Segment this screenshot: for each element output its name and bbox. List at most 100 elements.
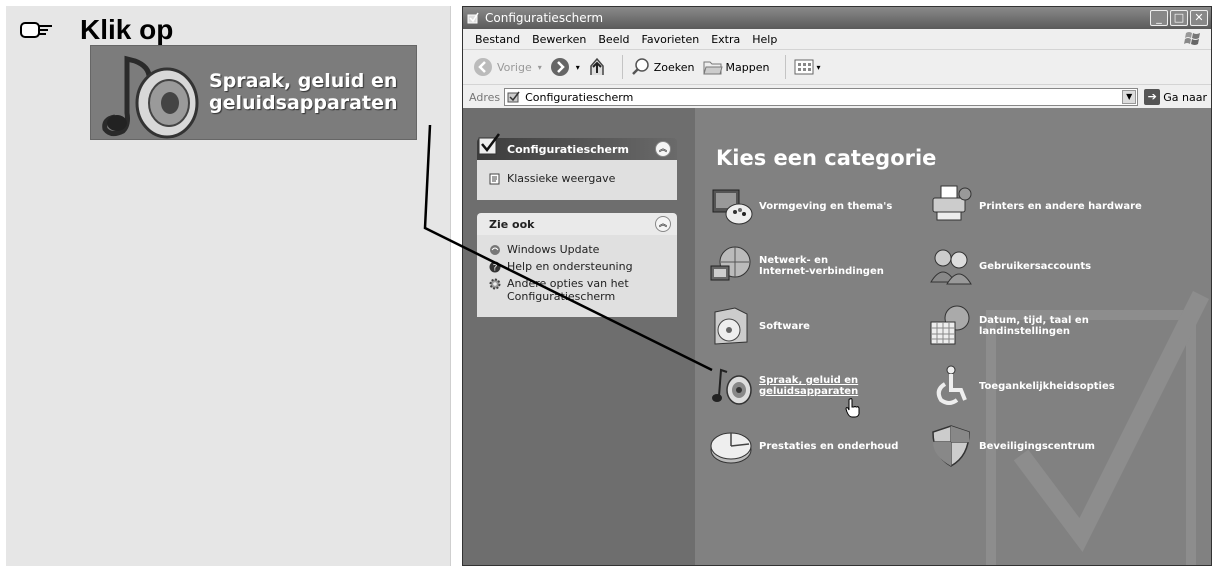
category-accessibility[interactable]: Toegankelijkheidsopties	[929, 364, 1115, 408]
help-support-link[interactable]: ? Help en ondersteuning	[489, 260, 677, 273]
panel-body-see-also: Windows Update ? Help en ondersteuning A…	[477, 235, 677, 317]
shield-icon	[932, 425, 970, 467]
category-performance[interactable]: Prestaties en onderhoud	[709, 424, 898, 468]
classic-view-icon	[489, 173, 500, 185]
address-label: Adres	[469, 90, 501, 104]
category-label: Spraak, geluid en geluidsapparaten	[759, 375, 859, 397]
views-icon	[794, 59, 814, 75]
forward-dropdown-icon[interactable]: ▾	[576, 63, 580, 72]
views-button[interactable]: ▾	[794, 58, 820, 76]
back-label: Vorige	[497, 60, 532, 74]
windows-update-link[interactable]: Windows Update	[489, 243, 677, 256]
toolbar: Vorige ▾ ▾ Zoeken Mappen ▾	[463, 50, 1211, 85]
menu-help[interactable]: Help	[752, 33, 777, 46]
category-label: Gebruikersaccounts	[979, 260, 1092, 272]
collapse-chevron-icon[interactable]: ︽	[655, 216, 671, 232]
category-label: Software	[759, 320, 810, 332]
category-network[interactable]: Netwerk- en Internet-verbindingen	[709, 244, 884, 288]
search-icon	[631, 58, 649, 75]
address-dropdown-button[interactable]: ▼	[1122, 90, 1137, 104]
menu-favorieten[interactable]: Favorieten	[642, 33, 700, 46]
window-title: Configuratiescherm	[485, 11, 604, 25]
category-label: Beveiligingscentrum	[979, 440, 1095, 452]
content-area: Configuratiescherm ︽ Klassieke weergave …	[463, 108, 1211, 565]
address-input[interactable]: Configuratiescherm ▼	[504, 88, 1139, 106]
performance-icon	[710, 432, 752, 464]
category-security[interactable]: Beveiligingscentrum	[929, 424, 1095, 468]
windows-update-label: Windows Update	[507, 243, 600, 256]
menu-beeld[interactable]: Beeld	[598, 33, 629, 46]
control-panel-icon	[507, 91, 520, 103]
close-button[interactable]: ✕	[1190, 10, 1208, 26]
menu-extra[interactable]: Extra	[711, 33, 740, 46]
windows-logo-icon	[1184, 32, 1200, 45]
category-label: Printers en andere hardware	[979, 200, 1142, 212]
panel-body-control-panel: Klassieke weergave	[477, 160, 677, 200]
views-dropdown-icon[interactable]: ▾	[816, 63, 820, 72]
page-title: Kies een categorie	[716, 146, 937, 170]
back-button[interactable]: Vorige ▾	[473, 57, 542, 77]
control-panel-window: Configuratiescherm _ □ ✕ Bestand Bewerke…	[462, 6, 1212, 566]
category-label: Datum, tijd, taal en landinstellingen	[979, 315, 1089, 337]
control-panel-icon	[478, 133, 500, 155]
svg-text:?: ?	[493, 264, 498, 274]
up-folder-button[interactable]	[588, 57, 606, 77]
panel-title-control-panel: Configuratiescherm	[507, 142, 629, 156]
category-printers[interactable]: Printers en andere hardware	[929, 184, 1142, 228]
back-dropdown-icon[interactable]: ▾	[538, 63, 542, 72]
accessibility-icon	[936, 365, 967, 405]
panel-divider	[450, 6, 458, 566]
search-label: Zoeken	[653, 60, 695, 74]
panel-header-see-also[interactable]: Zie ook ︽	[477, 213, 677, 235]
forward-button[interactable]: ▾	[550, 57, 580, 77]
panel-title-see-also: Zie ook	[489, 217, 535, 231]
category-datetime[interactable]: Datum, tijd, taal en landinstellingen	[929, 304, 1089, 348]
menu-bar: Bestand Bewerken Beeld Favorieten Extra …	[463, 29, 1211, 50]
search-button[interactable]: Zoeken	[631, 57, 695, 77]
forward-arrow-icon	[550, 58, 569, 76]
panel-header-control-panel[interactable]: Configuratiescherm ︽	[477, 133, 677, 160]
printer-icon	[932, 185, 972, 221]
collapse-chevron-icon[interactable]: ︽	[655, 141, 671, 157]
address-bar: Adres Configuratiescherm ▼ ➔ Ga naar	[463, 85, 1211, 110]
users-icon	[930, 249, 972, 285]
appearance-icon	[712, 189, 753, 225]
other-options-link[interactable]: Andere opties van het Configuratiescherm	[489, 277, 677, 303]
address-value: Configuratiescherm	[525, 90, 634, 104]
menu-bestand[interactable]: Bestand	[475, 33, 520, 46]
minimize-button[interactable]: _	[1150, 10, 1168, 26]
callout-label: Spraak, geluid en geluidsapparaten	[209, 70, 398, 114]
category-sound[interactable]: Spraak, geluid en geluidsapparaten	[709, 364, 858, 408]
toolbar-separator	[785, 55, 787, 79]
title-bar[interactable]: Configuratiescherm _ □ ✕	[463, 7, 1211, 29]
category-label: Vormgeving en thema's	[759, 200, 893, 212]
instruction-text: Klik op	[80, 14, 174, 45]
help-support-label: Help en ondersteuning	[507, 260, 633, 273]
control-panel-icon	[467, 12, 479, 24]
windows-update-icon	[490, 245, 500, 255]
category-software[interactable]: Software	[709, 304, 810, 348]
category-label: Toegankelijkheidsopties	[979, 380, 1115, 392]
go-button[interactable]: ➔ Ga naar	[1144, 89, 1207, 105]
speaker-icon	[102, 55, 199, 139]
calendar-icon	[930, 305, 970, 345]
speaker-icon	[712, 368, 752, 405]
pointing-hand-icon	[20, 22, 52, 38]
classic-view-label: Klassieke weergave	[507, 172, 616, 185]
up-folder-icon	[590, 57, 604, 75]
maximize-button[interactable]: □	[1170, 10, 1188, 26]
category-label: Prestaties en onderhoud	[759, 440, 899, 452]
back-arrow-icon	[474, 58, 492, 76]
toolbar-separator	[621, 55, 623, 79]
hand-cursor-icon	[845, 398, 860, 418]
go-label: Ga naar	[1163, 90, 1207, 104]
folders-icon	[702, 61, 723, 75]
category-users[interactable]: Gebruikersaccounts	[929, 244, 1091, 288]
classic-view-link[interactable]: Klassieke weergave	[489, 172, 677, 185]
watermark-icon	[986, 290, 1210, 565]
category-appearance[interactable]: Vormgeving en thema's	[709, 184, 892, 228]
menu-bewerken[interactable]: Bewerken	[532, 33, 586, 46]
task-pane: Configuratiescherm ︽ Klassieke weergave …	[463, 108, 695, 565]
software-icon	[714, 307, 748, 345]
folders-button[interactable]: Mappen	[702, 58, 769, 76]
